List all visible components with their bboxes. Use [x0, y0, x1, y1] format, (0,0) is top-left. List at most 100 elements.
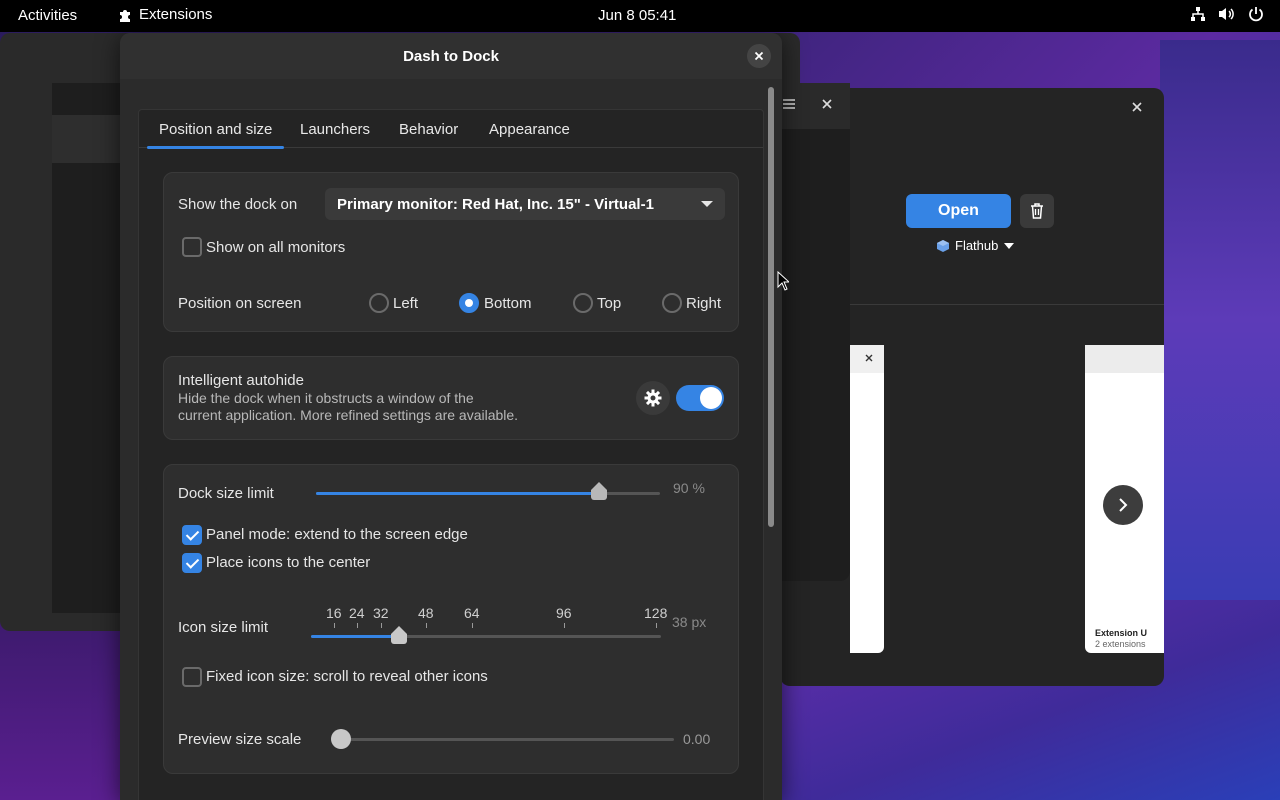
chevron-down-icon — [1003, 242, 1015, 250]
dock-size-label: Dock size limit — [178, 485, 274, 502]
tab-bar: Position and size Launchers Behavior App… — [139, 110, 763, 149]
preview-scale-slider-handle[interactable] — [331, 729, 351, 749]
radio-top-label: Top — [597, 295, 622, 312]
icon-size-slider-handle[interactable] — [389, 625, 409, 647]
radio-right-label: Right — [686, 295, 722, 312]
top-bar: Activities Extensions Jun 8 05:41 — [0, 0, 1280, 32]
scrollbar[interactable] — [768, 87, 774, 527]
preview-scale-value: 0.00 — [683, 731, 711, 747]
show-all-monitors-label: Show on all monitors — [206, 239, 346, 256]
icon-size-fill — [311, 635, 399, 638]
radio-right[interactable] — [662, 293, 682, 313]
center-icons-checkbox[interactable] — [182, 553, 202, 573]
extension-preferences-dialog: Dash to Dock Position and size Launchers… — [120, 33, 782, 800]
preview-scale-label: Preview size scale — [178, 731, 302, 748]
icon-size-tick: 24 — [349, 605, 365, 621]
preferences-content: Position and size Launchers Behavior App… — [138, 109, 764, 800]
app-menu[interactable]: Extensions — [117, 6, 212, 23]
window-panel — [52, 115, 122, 163]
tab-launchers[interactable]: Launchers — [300, 121, 370, 138]
center-icons-label: Place icons to the center — [206, 554, 371, 571]
cursor-icon — [777, 271, 789, 291]
tab-appearance[interactable]: Appearance — [489, 121, 570, 138]
dock-size-value: 90 % — [673, 480, 705, 496]
tick-mark — [656, 623, 657, 628]
icon-size-tick: 16 — [326, 605, 342, 621]
menu-icon[interactable] — [782, 97, 796, 111]
autohide-description: Hide the dock when it obstructs a window… — [178, 390, 474, 406]
tick-mark — [472, 623, 473, 628]
icon-size-value: 38 px — [672, 614, 707, 630]
icon-size-tick: 128 — [644, 605, 668, 621]
trash-icon — [1030, 203, 1044, 219]
open-button[interactable]: Open — [906, 194, 1011, 228]
chevron-right-icon — [1118, 497, 1128, 513]
card-footer: Extension U 2 extensions — [1095, 628, 1147, 650]
wallpaper — [1160, 40, 1280, 600]
volume-icon — [1218, 6, 1236, 22]
autohide-description: current application. More refined settin… — [178, 407, 519, 423]
position-label: Position on screen — [178, 295, 302, 312]
radio-left-label: Left — [393, 295, 419, 312]
gear-icon — [644, 389, 662, 407]
tick-mark — [426, 623, 427, 628]
autohide-group: Intelligent autohide Hide the dock when … — [163, 356, 739, 440]
monitor-position-group: Show the dock on Primary monitor: Red Ha… — [163, 172, 739, 332]
close-icon — [864, 353, 874, 363]
footer-title: Extension U — [1095, 628, 1148, 638]
app-name: Extensions — [139, 6, 213, 23]
radio-top[interactable] — [573, 293, 593, 313]
dock-size-slider-handle[interactable] — [589, 481, 609, 503]
tick-mark — [381, 623, 382, 628]
source-selector[interactable]: Flathub — [936, 238, 1015, 253]
monitor-dropdown[interactable]: Primary monitor: Red Hat, Inc. 15" - Vir… — [325, 188, 725, 220]
radio-left[interactable] — [369, 293, 389, 313]
tab-behavior[interactable]: Behavior — [399, 121, 458, 138]
tick-mark — [564, 623, 565, 628]
power-icon — [1248, 6, 1264, 22]
tick-mark — [334, 623, 335, 628]
panel-mode-label: Panel mode: extend to the screen edge — [206, 526, 468, 543]
chevron-down-icon — [701, 201, 713, 207]
close-icon[interactable] — [820, 97, 834, 111]
icon-size-label: Icon size limit — [178, 619, 269, 636]
close-button[interactable] — [747, 44, 771, 68]
autohide-settings-button[interactable] — [636, 381, 670, 415]
radio-bottom-label: Bottom — [484, 295, 532, 312]
clock[interactable]: Jun 8 05:41 — [598, 7, 676, 24]
next-screenshot-button[interactable] — [1103, 485, 1143, 525]
uninstall-button[interactable] — [1020, 194, 1054, 228]
dock-size-fill — [316, 492, 599, 495]
network-icon — [1190, 6, 1206, 22]
show-dock-on-label: Show the dock on — [178, 196, 298, 213]
icon-size-tick: 48 — [418, 605, 434, 621]
size-group: Dock size limit 90 % Panel mode: extend … — [163, 464, 739, 774]
icon-size-tick: 64 — [464, 605, 480, 621]
icon-size-tick: 32 — [373, 605, 389, 621]
show-all-monitors-checkbox[interactable] — [182, 237, 202, 257]
background-window — [780, 83, 850, 581]
fixed-icon-checkbox[interactable] — [182, 667, 202, 687]
screenshot-card — [850, 345, 884, 653]
system-tray[interactable] — [1190, 6, 1264, 22]
dialog-title: Dash to Dock — [120, 33, 782, 79]
puzzle-icon — [117, 7, 133, 23]
radio-bottom[interactable] — [459, 293, 479, 313]
close-icon[interactable] — [1130, 100, 1144, 114]
autohide-toggle[interactable] — [676, 385, 724, 411]
monitor-value: Primary monitor: Red Hat, Inc. 15" - Vir… — [337, 195, 654, 213]
autohide-title: Intelligent autohide — [178, 372, 304, 389]
source-label: Flathub — [955, 238, 999, 253]
preview-scale-track[interactable] — [331, 738, 674, 741]
close-icon — [754, 51, 764, 61]
divider — [850, 304, 1164, 305]
card-header — [1085, 345, 1164, 373]
tick-mark — [357, 623, 358, 628]
panel-mode-checkbox[interactable] — [182, 525, 202, 545]
footer-subtitle: 2 extensions — [1095, 639, 1146, 649]
flatpak-icon — [936, 239, 950, 253]
activities-button[interactable]: Activities — [18, 7, 77, 24]
tab-position-and-size[interactable]: Position and size — [146, 121, 285, 149]
icon-size-tick: 96 — [556, 605, 572, 621]
fixed-icon-label: Fixed icon size: scroll to reveal other … — [206, 668, 488, 685]
